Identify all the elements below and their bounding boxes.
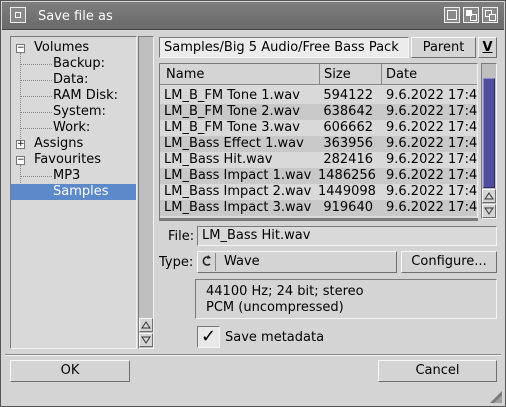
iconify-button[interactable] [444,7,460,23]
tree-item-work[interactable]: Work: [11,120,136,136]
file-row[interactable]: LM_B_FM Tone 3.wav 606662 9.6.2022 17:4 [160,120,477,136]
type-cycle-button[interactable]: Wave [197,251,397,273]
tree-item-ram-disk[interactable]: RAM Disk: [11,88,136,104]
scrollbar-thumb[interactable] [483,78,495,188]
close-window-button[interactable] [10,7,26,23]
resize-handle[interactable] [490,391,502,403]
window-title: Save file as [38,9,113,24]
tree-item-mp3[interactable]: MP3 [11,168,136,184]
ok-button[interactable]: OK [10,360,130,382]
tree-item-backup[interactable]: Backup: [11,56,136,72]
format-info-box: 44100 Hz; 24 bit; stereo PCM (uncompress… [195,279,497,319]
cancel-button[interactable]: Cancel [378,360,497,382]
format-info-line: 44100 Hz; 24 bit; stereo [206,284,364,299]
file-list[interactable]: Name Size Date LM_B_FM Tone 1.wav 594122… [159,63,478,219]
tree-item-favourites[interactable]: − Favourites [11,152,136,168]
file-row[interactable]: LM_Bass Impact 2.wav 1449098 9.6.2022 17… [160,184,477,200]
checkmark-icon: ✓ [200,326,217,347]
arrow-up-icon [484,192,494,200]
scroll-down-button[interactable] [482,204,496,218]
column-header-name[interactable]: Name [166,67,204,82]
column-header-date[interactable]: Date [386,67,417,82]
save-metadata-label: Save metadata [225,330,325,345]
tree-item-samples[interactable]: Samples [11,184,136,200]
format-info-line: PCM (uncompressed) [206,300,344,315]
tree-item-system[interactable]: System: [11,104,136,120]
tree-scrollbar[interactable] [138,36,154,349]
path-field[interactable]: Samples/Big 5 Audio/Free Bass Pack [159,37,409,58]
title-bar[interactable]: Save file as [2,2,504,30]
chevron-down-icon: V [482,40,493,55]
configure-button[interactable]: Configure... [401,251,497,273]
file-list-scrollbar[interactable] [481,63,497,219]
file-row[interactable]: LM_Bass Effect 1.wav 363956 9.6.2022 17:… [160,136,477,152]
tree-item-data[interactable]: Data: [11,72,136,88]
depth-button[interactable] [482,7,498,23]
save-metadata-checkbox[interactable]: ✓ [197,326,220,348]
zoom-button[interactable] [463,7,479,23]
scroll-down-button[interactable] [139,333,153,347]
collapse-icon[interactable]: − [16,156,25,165]
file-name-input[interactable]: LM_Bass Hit.wav [197,226,497,246]
file-row[interactable]: LM_B_FM Tone 1.wav 594122 9.6.2022 17:4 [160,88,477,104]
scroll-up-button[interactable] [139,318,153,332]
arrow-up-icon [141,321,151,329]
arrow-down-icon [141,336,151,344]
file-label: File: [168,229,195,244]
arrow-down-icon [484,207,494,215]
iconify-icon [447,10,457,20]
path-dropdown-button[interactable]: V [478,37,497,58]
divider [5,354,501,356]
save-file-dialog: Save file as − Volumes Backup: Data: RAM… [0,0,506,407]
tree-item-volumes[interactable]: − Volumes [11,40,136,56]
file-row[interactable]: LM_B_FM Tone 2.wav 638642 9.6.2022 17:4 [160,104,477,120]
expand-icon[interactable]: + [16,140,25,149]
type-label: Type: [159,255,194,270]
volume-tree[interactable]: − Volumes Backup: Data: RAM Disk: System… [10,36,137,349]
list-horizontal-scrollbar[interactable] [159,218,478,221]
cycle-icon [200,253,216,271]
close-icon [15,12,21,18]
file-row[interactable]: LM_Bass Hit.wav 282416 9.6.2022 17:4 [160,152,477,168]
scroll-up-button[interactable] [482,189,496,203]
list-header: Name Size Date [160,64,477,85]
collapse-icon[interactable]: − [16,44,25,53]
parent-button[interactable]: Parent [411,37,476,58]
file-row[interactable]: LM_Bass Impact 1.wav 1486256 9.6.2022 17… [160,168,477,184]
resize-grip-icon [490,391,502,403]
tree-item-assigns[interactable]: + Assigns [11,136,136,152]
file-row[interactable]: LM_Bass Impact 3.wav 919640 9.6.2022 17:… [160,200,477,216]
column-header-size[interactable]: Size [324,67,351,82]
